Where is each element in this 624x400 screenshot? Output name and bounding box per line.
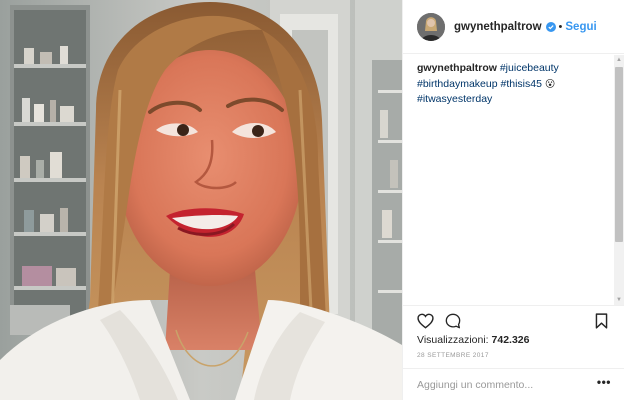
views-count: Visualizzazioni: 742.326 xyxy=(417,334,529,346)
scroll-up-arrow-icon[interactable]: ▲ xyxy=(614,55,624,65)
post-photo xyxy=(0,0,402,400)
post-header: gwynethpaltrow • Segui xyxy=(403,0,624,54)
comment-bar: ••• xyxy=(403,368,624,400)
post-date[interactable]: 28 SETTEMBRE 2017 xyxy=(417,352,489,359)
separator-dot: • xyxy=(558,20,563,33)
caption-scrollbar[interactable]: ▲ ▼ xyxy=(614,55,624,305)
avatar[interactable] xyxy=(417,12,445,41)
comment-icon[interactable] xyxy=(445,313,461,329)
follow-button[interactable]: Segui xyxy=(565,21,596,33)
surprised-face-emoji: 😮 xyxy=(544,78,556,90)
post-media-video[interactable] xyxy=(0,0,402,400)
more-options-button[interactable]: ••• xyxy=(597,375,611,389)
bookmark-icon[interactable] xyxy=(595,313,608,329)
post-details-panel: gwynethpaltrow • Segui gwynethpaltrow #j… xyxy=(402,0,624,400)
caption-area: gwynethpaltrow #juicebeauty #birthdaymak… xyxy=(403,55,615,305)
scrollbar-thumb[interactable] xyxy=(615,67,623,242)
username-link[interactable]: gwynethpaltrow xyxy=(454,21,542,33)
post-caption: gwynethpaltrow #juicebeauty #birthdaymak… xyxy=(417,61,603,108)
hashtag-link[interactable]: #thisis45 xyxy=(500,78,541,90)
hashtag-link[interactable]: #birthdaymakeup xyxy=(417,78,498,90)
scroll-down-arrow-icon[interactable]: ▼ xyxy=(614,295,624,305)
hashtag-link[interactable]: #juicebeauty xyxy=(500,62,559,74)
avatar-image xyxy=(417,12,445,41)
views-number: 742.326 xyxy=(491,334,530,346)
caption-username-link[interactable]: gwynethpaltrow xyxy=(417,62,497,74)
comment-input[interactable] xyxy=(417,376,587,394)
hashtag-link[interactable]: #itwasyesterday xyxy=(417,93,492,105)
action-bar xyxy=(403,305,624,335)
heart-icon[interactable] xyxy=(417,313,434,329)
verified-badge-icon xyxy=(545,21,556,32)
views-label: Visualizzazioni: xyxy=(417,334,489,346)
